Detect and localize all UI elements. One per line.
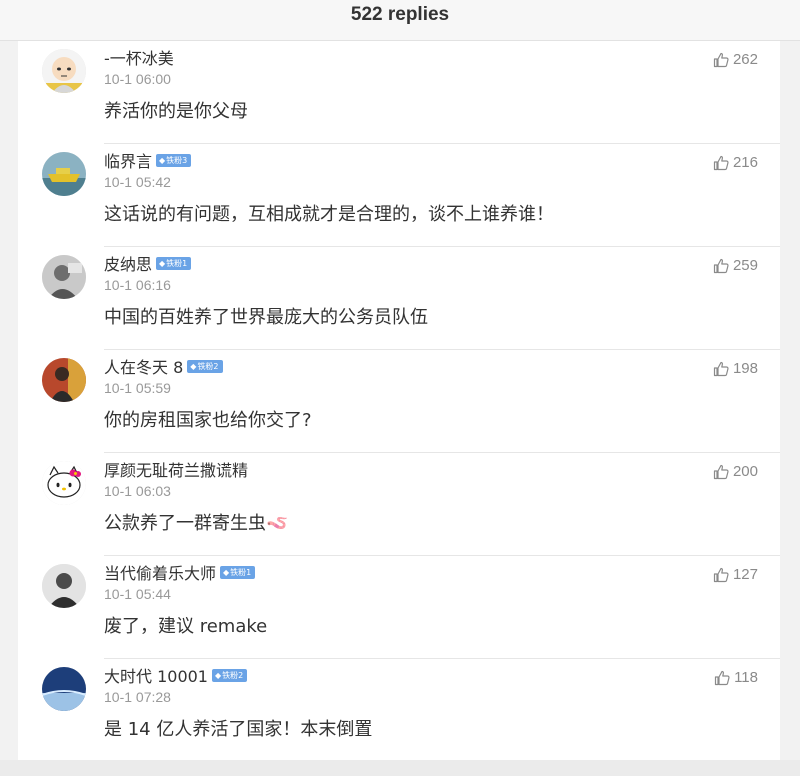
username[interactable]: 人在冬天 8 [104,354,183,378]
thumbs-up-icon [713,52,729,67]
like-count: 198 [732,360,758,377]
comment-timestamp: 10-1 06:03 [104,483,171,499]
earth-avatar-icon[interactable] [42,667,86,711]
thumbs-up-icon [713,361,729,376]
person-photo-avatar-icon[interactable] [42,358,86,402]
username[interactable]: 临界言 [104,148,152,172]
comment-text: 公款养了一群寄生虫🪱 [104,509,288,535]
thumbs-up-icon [713,464,729,479]
like-button[interactable]: 198 [713,360,758,377]
fan-badge: ◆ 铁粉3 [156,153,192,167]
like-count: 200 [732,463,758,480]
comment-list: -一杯冰美 10-1 06:00 养活你的是你父母 262 临界言 ◆ 铁粉3 1… [18,41,780,760]
thumbs-up-icon [713,155,729,170]
comment-item: 临界言 ◆ 铁粉3 10-1 05:42 这话说的有问题，互相成就才是合理的，谈不… [18,144,780,247]
thumbs-up-icon [713,258,729,273]
like-button[interactable]: 259 [713,257,758,274]
fan-badge-label: 铁粉2 [222,670,244,680]
like-button[interactable]: 200 [713,463,758,480]
name-row: 皮纳思 ◆ 铁粉1 [104,251,192,275]
like-count: 118 [734,669,758,686]
diamond-icon: ◆ [223,567,230,577]
comment-item: 人在冬天 8 ◆ 铁粉2 10-1 05:59 你的房租国家也给你交了? 198 [18,350,780,453]
name-row: 厚颜无耻荷兰撒谎精 [104,457,248,481]
fan-badge: ◆ 铁粉2 [187,359,223,373]
comment-text: 中国的百姓养了世界最庞大的公务员队伍 [104,307,428,328]
comment-timestamp: 10-1 07:28 [104,689,171,705]
replies-header: 522 replies [0,0,800,41]
name-row: -一杯冰美 [104,45,174,69]
name-row: 临界言 ◆ 铁粉3 [104,148,192,172]
worm-emoji-icon: 🪱 [266,513,289,534]
yellow-boat-avatar-icon[interactable] [42,152,86,196]
like-count: 216 [732,154,758,171]
comment-timestamp: 10-1 05:59 [104,380,171,396]
comment-text: 养活你的是你父母 [104,101,248,122]
name-row: 当代偷着乐大师 ◆ 铁粉1 [104,560,256,584]
thumbs-up-icon [714,670,730,685]
diamond-icon: ◆ [159,258,166,268]
comment-timestamp: 10-1 05:42 [104,174,171,190]
comment-text: 废了，建议 remake [104,616,268,637]
fan-badge-label: 铁粉1 [230,567,252,577]
comment-timestamp: 10-1 06:00 [104,71,171,87]
diamond-icon: ◆ [159,155,166,165]
comment-item: 大时代 10001 ◆ 铁粉2 10-1 07:28 是 14 亿人养活了国家！本… [18,659,780,762]
diamond-icon: ◆ [190,361,197,371]
fan-badge: ◆ 铁粉1 [156,256,192,270]
comment-item: -一杯冰美 10-1 06:00 养活你的是你父母 262 [18,41,780,144]
grey-photo-avatar-icon[interactable] [42,255,86,299]
comment-timestamp: 10-1 06:16 [104,277,171,293]
fan-badge-label: 铁粉1 [166,258,188,268]
hello-kitty-avatar-icon[interactable] [42,461,86,505]
name-row: 大时代 10001 ◆ 铁粉2 [104,663,248,687]
username[interactable]: 当代偷着乐大师 [104,560,216,584]
fan-badge: ◆ 铁粉1 [220,565,256,579]
thumbs-up-icon [713,567,729,582]
like-button[interactable]: 127 [713,566,758,583]
comment-text: 是 14 亿人养活了国家！本末倒置 [104,719,373,740]
username[interactable]: 厚颜无耻荷兰撒谎精 [104,457,248,481]
comment-text: 这话说的有问题，互相成就才是合理的，谈不上谁养谁！ [104,204,554,225]
comment-item: 厚颜无耻荷兰撒谎精 10-1 06:03 公款养了一群寄生虫🪱 200 [18,453,780,556]
diamond-icon: ◆ [215,670,222,680]
comment-text-body: 公款养了一群寄生虫 [104,513,266,534]
name-row: 人在冬天 8 ◆ 铁粉2 [104,354,223,378]
like-count: 262 [732,51,758,68]
bottom-strip [0,760,800,776]
man-photo-avatar-icon[interactable] [42,564,86,608]
like-button[interactable]: 216 [713,154,758,171]
like-button[interactable]: 118 [714,669,758,686]
fan-badge: ◆ 铁粉2 [212,668,248,682]
comment-text: 你的房租国家也给你交了? [104,410,312,431]
comment-timestamp: 10-1 05:44 [104,586,171,602]
like-count: 127 [732,566,758,583]
comment-item: 当代偷着乐大师 ◆ 铁粉1 10-1 05:44 废了，建议 remake 127 [18,556,780,659]
fan-badge-label: 铁粉3 [166,155,188,165]
comment-item: 皮纳思 ◆ 铁粉1 10-1 06:16 中国的百姓养了世界最庞大的公务员队伍 2… [18,247,780,350]
bald-hero-avatar-icon[interactable] [42,49,86,93]
replies-count-title: 522 replies [350,4,450,25]
username[interactable]: 皮纳思 [104,251,152,275]
username[interactable]: -一杯冰美 [104,45,174,69]
fan-badge-label: 铁粉2 [197,361,219,371]
like-button[interactable]: 262 [713,51,758,68]
username[interactable]: 大时代 10001 [104,663,208,687]
like-count: 259 [732,257,758,274]
